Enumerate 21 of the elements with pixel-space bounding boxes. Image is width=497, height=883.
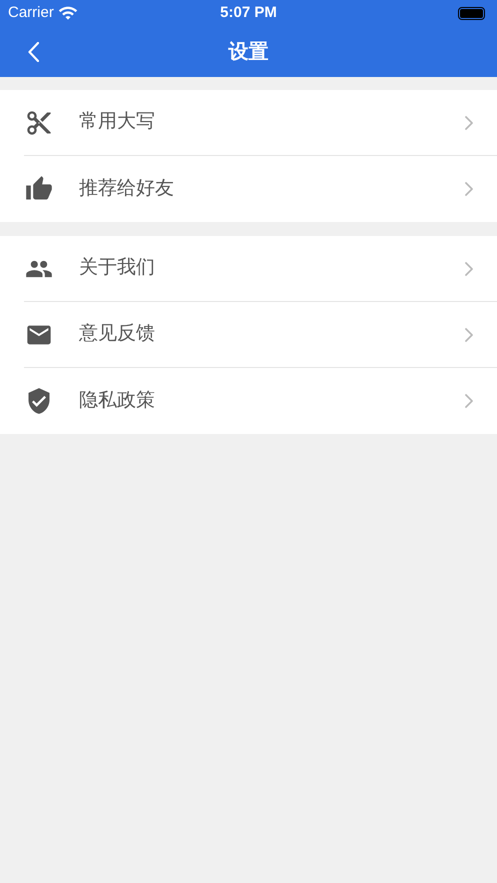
row-label: 隐私政策 xyxy=(79,388,156,413)
scissors-icon xyxy=(25,108,53,136)
carrier-label: Carrier xyxy=(8,2,54,23)
chevron-icon xyxy=(465,182,473,196)
row-label: 意见反馈 xyxy=(79,322,156,346)
back-chevron-icon xyxy=(28,42,39,62)
status-time: 5:07 PM xyxy=(220,2,277,23)
settings-row[interactable]: 意见反馈 xyxy=(24,302,497,368)
settings-row[interactable]: 隐私政策 xyxy=(24,368,497,434)
settings-row[interactable]: 常用大写 xyxy=(24,90,497,156)
row-label: 常用大写 xyxy=(79,110,156,134)
battery-icon xyxy=(458,6,485,20)
page-title: 设置 xyxy=(228,40,268,64)
chevron-icon xyxy=(465,116,473,130)
row-label: 推荐给好友 xyxy=(79,176,175,201)
settings-row[interactable]: 关于我们 xyxy=(24,236,497,302)
chevron-icon xyxy=(465,394,473,408)
row-label: 关于我们 xyxy=(79,256,156,280)
chevron-icon xyxy=(465,328,473,342)
chevron-icon xyxy=(465,262,473,276)
settings-row[interactable]: 推荐给好友 xyxy=(24,156,497,222)
